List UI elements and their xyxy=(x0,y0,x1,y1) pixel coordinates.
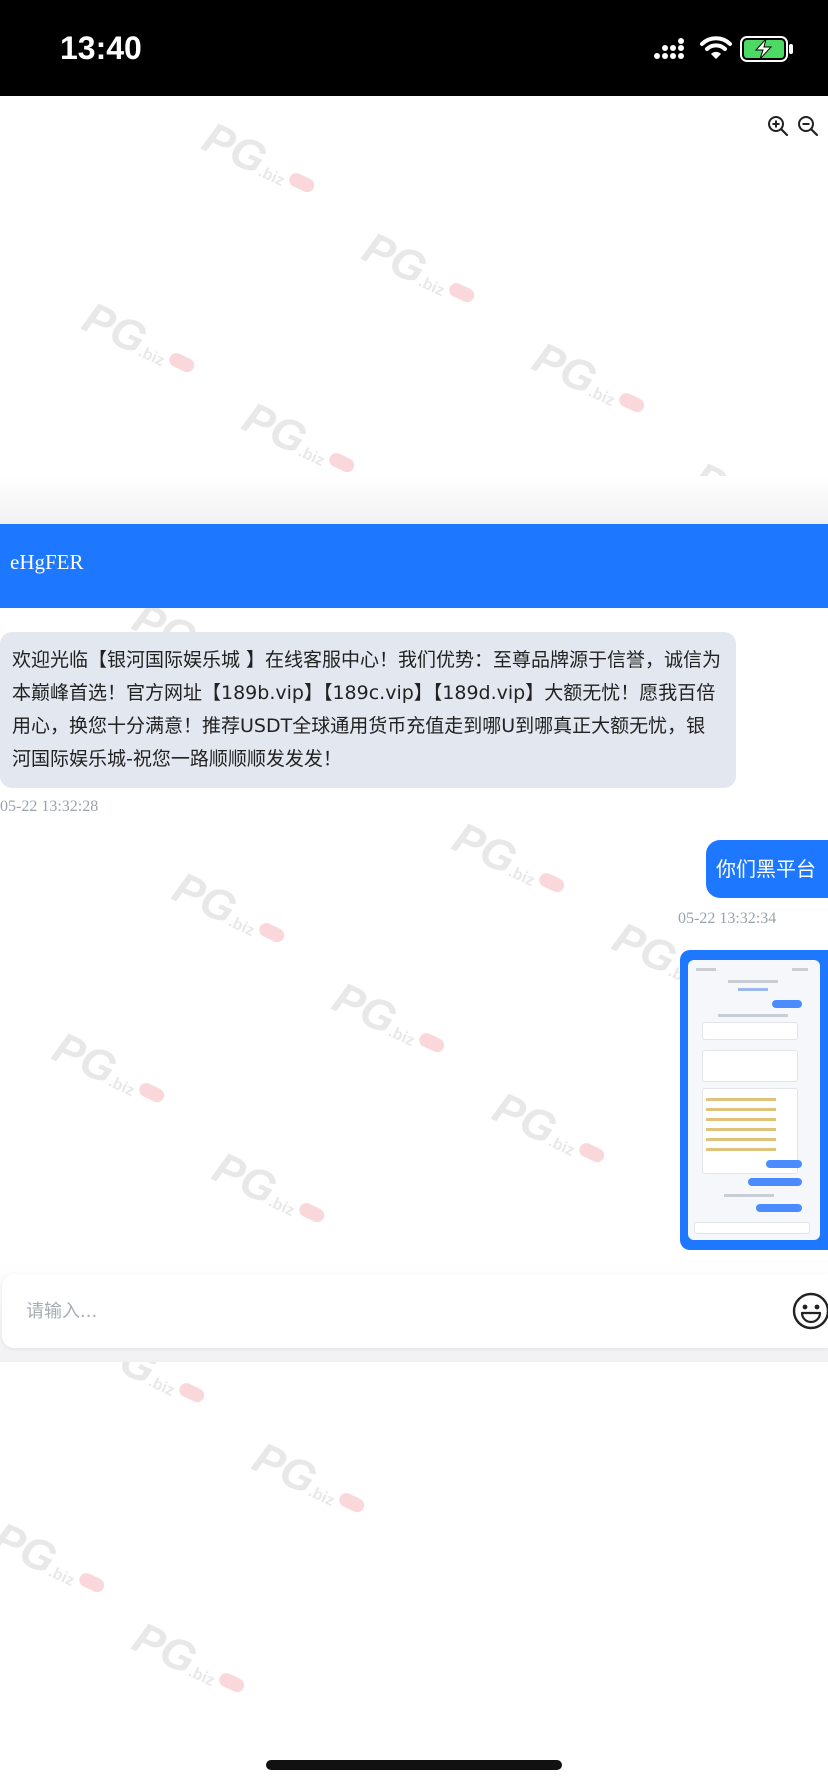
emoji-icon[interactable] xyxy=(792,1292,828,1334)
status-time: 13:40 xyxy=(60,30,142,66)
watermark: PG.biz xyxy=(245,1433,375,1529)
message-timestamp: 05-22 13:32:34 xyxy=(678,910,777,927)
outgoing-image-message[interactable] xyxy=(680,950,828,1250)
watermark: PG.biz xyxy=(525,333,655,429)
battery-charging-icon xyxy=(740,36,796,66)
watermark: PG.biz xyxy=(125,1613,255,1709)
zoom-in-icon[interactable] xyxy=(766,114,790,142)
outgoing-message-bubble[interactable]: 你们黑平台 xyxy=(706,840,828,898)
incoming-message-bubble[interactable]: 欢迎光临【银河国际娱乐城 】在线客服中心！我们优势：至尊品牌源于信誉，诚信为本巅… xyxy=(0,632,736,788)
signal-icon xyxy=(654,38,688,64)
home-indicator xyxy=(266,1760,562,1770)
wifi-icon xyxy=(700,35,732,65)
watermark: PG.biz xyxy=(75,293,205,389)
watermark: PG.biz xyxy=(195,113,325,209)
watermark: PG.biz xyxy=(235,393,365,489)
chat-header: eHgFER xyxy=(0,524,828,608)
screenshot-thumbnail xyxy=(688,960,820,1240)
message-timestamp: 05-22 13:32:28 xyxy=(0,798,99,815)
message-input-bar xyxy=(2,1274,828,1348)
message-input[interactable] xyxy=(24,1288,764,1334)
watermark: PG.biz xyxy=(0,1513,115,1609)
top-shadow xyxy=(0,476,828,524)
chat-title: eHgFER xyxy=(10,550,84,574)
status-bar: 13:40 xyxy=(0,0,828,96)
watermark: PG.biz xyxy=(355,223,485,319)
message-list[interactable]: 欢迎光临【银河国际娱乐城 】在线客服中心！我们优势：至尊品牌源于信誉，诚信为本巅… xyxy=(0,608,828,1362)
chat-page: PG.biz PG.biz PG.biz PG.biz PG.biz PG.bi… xyxy=(0,96,828,1792)
zoom-out-icon[interactable] xyxy=(796,114,820,142)
